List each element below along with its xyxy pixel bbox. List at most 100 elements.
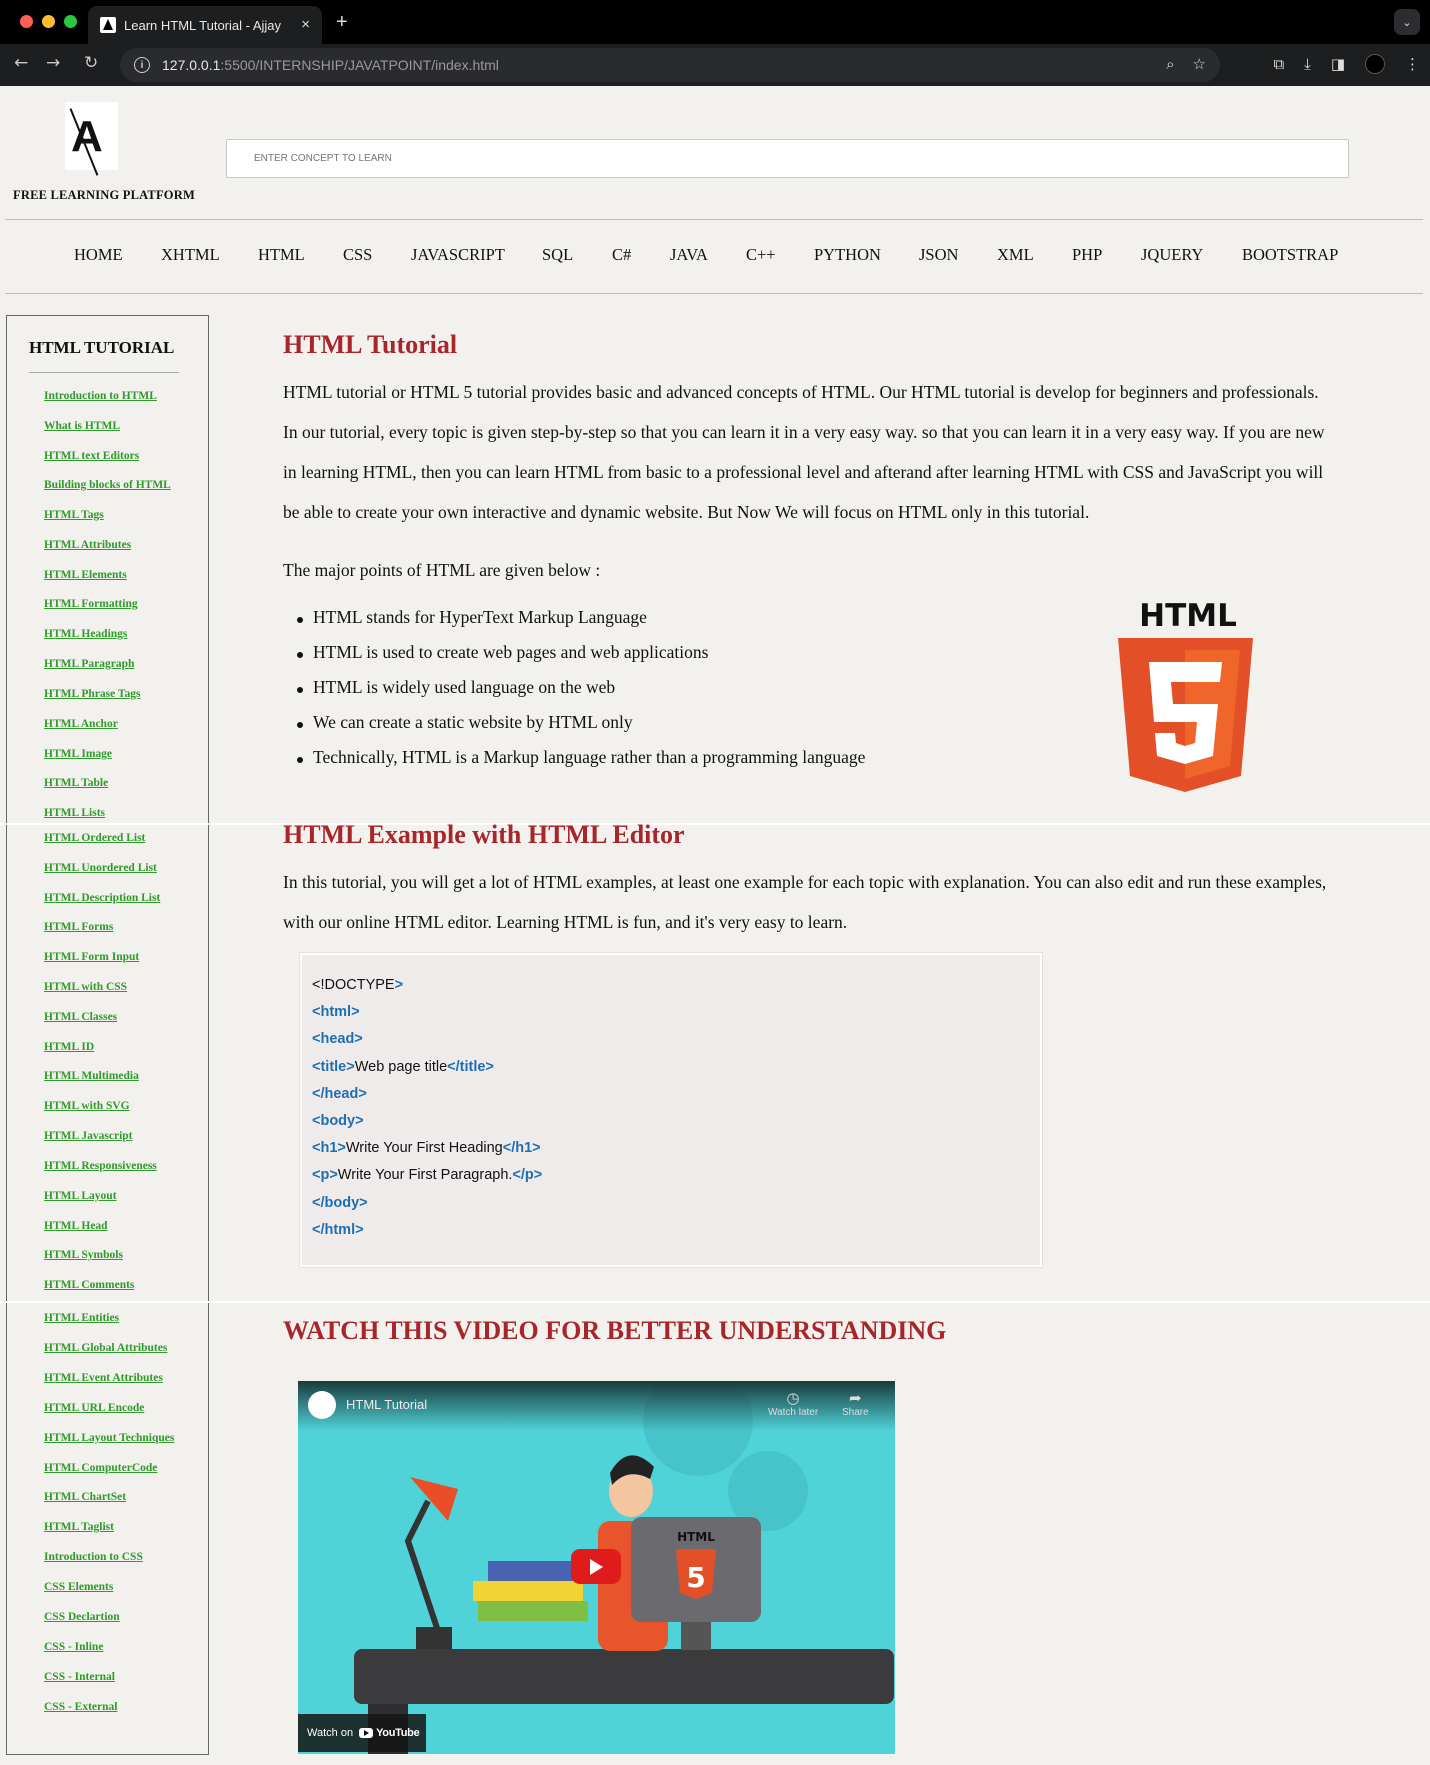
site-logo[interactable]: A [65,102,118,176]
tab-close-icon[interactable]: × [301,16,310,33]
sidebar-link[interactable]: HTML Javascript [44,1130,133,1142]
clock-icon: ◷ [786,1390,800,1407]
nav-html[interactable]: HTML [258,245,305,265]
reload-icon[interactable]: ↻ [84,53,98,73]
sidebar-link[interactable]: CSS Declartion [44,1611,120,1623]
nav-xhtml[interactable]: XHTML [161,245,220,265]
sidebar-link[interactable]: HTML Layout [44,1190,117,1202]
side-panel-icon[interactable]: ◨ [1331,55,1345,73]
sidebar-link[interactable]: HTML ChartSet [44,1491,126,1503]
sidebar-link[interactable]: HTML Unordered List [44,862,157,874]
menu-icon[interactable]: ⋮ [1405,55,1420,73]
sidebar-link[interactable]: What is HTML [44,420,120,432]
sidebar-link[interactable]: HTML Layout Techniques [44,1432,174,1444]
nav-css[interactable]: CSS [343,245,372,265]
html5-logo-icon: HTML [1118,598,1253,792]
nav-jquery[interactable]: JQUERY [1141,245,1203,265]
sidebar-link[interactable]: CSS Elements [44,1581,113,1593]
sidebar-link[interactable]: HTML Multimedia [44,1070,139,1082]
code-tag: <p> [312,1167,338,1184]
youtube-video-embed[interactable]: HTML 5 HTML Tutorial ◷ Watch later ➦ Share… [298,1381,895,1754]
example-line: with our online HTML editor. Learning HT… [283,912,848,932]
nav-sql[interactable]: SQL [542,245,573,265]
video-title[interactable]: HTML Tutorial [346,1397,427,1412]
profile-avatar[interactable] [1365,54,1385,74]
channel-avatar[interactable] [308,1391,336,1419]
minimize-window-button[interactable] [42,15,55,28]
sidebar-link[interactable]: HTML Lists [44,807,105,819]
sidebar-link[interactable]: HTML ID [44,1041,94,1053]
search-input[interactable] [226,139,1349,178]
sidebar-link[interactable]: HTML Ordered List [44,832,145,844]
sidebar-link[interactable]: HTML Global Attributes [44,1342,167,1354]
watch-on-youtube-button[interactable]: Watch on YouTube [298,1714,426,1752]
nav-xml[interactable]: XML [997,245,1034,265]
nav-cpp[interactable]: C++ [746,245,776,265]
nav-java[interactable]: JAVA [670,245,708,265]
sidebar-link[interactable]: CSS - External [44,1701,117,1713]
play-button[interactable] [571,1549,621,1584]
sidebar-link[interactable]: HTML Form Input [44,951,139,963]
nav-php[interactable]: PHP [1072,245,1102,265]
nav-home[interactable]: HOME [74,245,123,265]
sidebar-link[interactable]: HTML Taglist [44,1521,114,1533]
code-tag: </title> [447,1058,494,1075]
sidebar-link[interactable]: HTML Attributes [44,539,131,551]
sidebar-link[interactable]: HTML Phrase Tags [44,688,141,700]
sidebar-link[interactable]: HTML Formatting [44,598,138,610]
zoom-icon[interactable]: ⌕ [1166,55,1174,73]
sidebar-link[interactable]: HTML Table [44,777,108,789]
nav-csharp[interactable]: C# [612,245,631,265]
watch-later-button[interactable]: ◷ Watch later [768,1389,818,1418]
extensions-icon[interactable]: ⧉ [1273,55,1284,73]
bookmark-star-icon[interactable]: ☆ [1193,55,1206,73]
browser-tab[interactable]: Learn HTML Tutorial - Ajjay × [88,6,322,44]
sidebar-link[interactable]: HTML Symbols [44,1249,123,1261]
sidebar-link[interactable]: HTML Anchor [44,718,118,730]
sidebar-link[interactable]: HTML Elements [44,569,127,581]
watch-later-label: Watch later [768,1407,819,1418]
back-icon[interactable]: ← [14,53,28,73]
maximize-window-button[interactable] [64,15,77,28]
sidebar-link[interactable]: HTML Image [44,748,112,760]
share-icon: ➦ [849,1390,862,1407]
sidebar-link[interactable]: HTML with CSS [44,981,127,993]
sidebar-link[interactable]: HTML ComputerCode [44,1462,157,1474]
sidebar-link[interactable]: CSS - Internal [44,1671,115,1683]
sidebar-link[interactable]: HTML URL Encode [44,1402,144,1414]
sidebar-link[interactable]: Introduction to CSS [44,1551,143,1563]
sidebar-link[interactable]: CSS - Inline [44,1641,103,1653]
sidebar-link[interactable]: HTML Comments [44,1279,134,1291]
nav-json[interactable]: JSON [919,245,958,265]
address-bar[interactable]: i 127.0.0.1:5500/INTERNSHIP/JAVATPOINT/i… [120,48,1220,82]
code-text: Write Your First Paragraph. [337,1167,513,1184]
site-info-icon[interactable]: i [134,57,150,73]
sidebar-link[interactable]: HTML Entities [44,1312,119,1324]
sidebar-link[interactable]: HTML Head [44,1220,108,1232]
sidebar-link[interactable]: HTML Description List [44,892,160,904]
favicon-icon [100,17,116,33]
new-tab-button[interactable]: + [336,11,348,34]
close-window-button[interactable] [20,15,33,28]
brand-tagline: FREE LEARNING PLATFORM [13,188,195,202]
major-points-list: HTML stands for HyperText Markup Languag… [295,607,865,782]
sidebar-link[interactable]: HTML Responsiveness [44,1160,157,1172]
sidebar-link[interactable]: HTML Event Attributes [44,1372,163,1384]
sidebar-link[interactable]: HTML with SVG [44,1100,130,1112]
sidebar-link[interactable]: Building blocks of HTML [44,479,171,491]
forward-icon[interactable]: → [46,53,60,73]
sidebar-link[interactable]: HTML Headings [44,628,127,640]
nav-javascript[interactable]: JAVASCRIPT [411,245,505,265]
sidebar-link[interactable]: HTML Classes [44,1011,117,1023]
sidebar-link[interactable]: Introduction to HTML [44,390,157,402]
nav-python[interactable]: PYTHON [814,245,881,265]
sidebar-link[interactable]: HTML Tags [44,509,104,521]
sidebar-link[interactable]: HTML Paragraph [44,658,134,670]
sidebar-link[interactable]: HTML text Editors [44,450,139,462]
nav-bootstrap[interactable]: BOOTSTRAP [1242,245,1338,265]
code-tag: <body> [312,1113,364,1129]
share-button[interactable]: ➦ Share [842,1389,869,1418]
tab-search-button[interactable]: ⌄ [1394,9,1420,35]
sidebar-link[interactable]: HTML Forms [44,921,113,933]
download-icon[interactable]: ⤓ [1304,55,1311,73]
